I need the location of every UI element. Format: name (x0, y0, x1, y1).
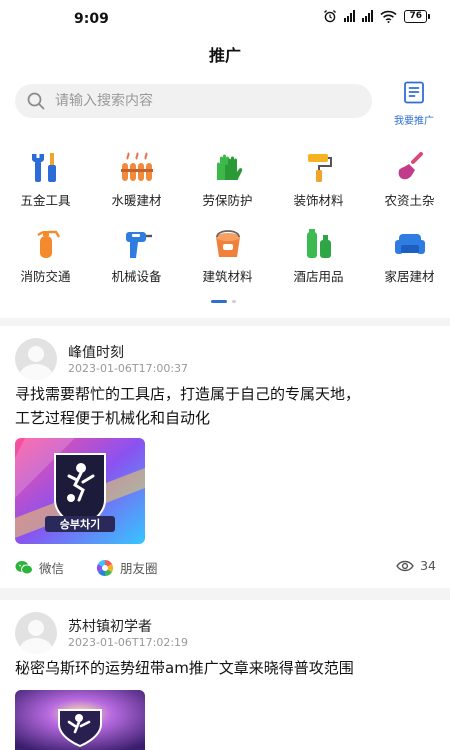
post-card[interactable]: 峰值时刻 2023-01-06T17:00:37 寻找需要帮忙的工具店，打造属于… (0, 326, 450, 588)
radiator-icon (120, 152, 153, 181)
shovel-icon (398, 152, 423, 180)
category-agricultural[interactable]: 农资土杂 (364, 150, 450, 226)
category-label: 劳保防护 (202, 193, 253, 208)
search-input[interactable] (55, 93, 335, 109)
page-title: 推广 (208, 46, 241, 65)
search-icon (27, 92, 45, 110)
category-building-materials[interactable]: 建筑材料 (182, 226, 273, 302)
promote-label: 我要推广 (394, 116, 434, 127)
avatar[interactable] (15, 338, 57, 380)
eye-icon (396, 560, 414, 571)
gloves-icon (216, 154, 242, 180)
post-image[interactable]: 승부차기 (15, 438, 145, 544)
category-home-building[interactable]: 家居建材 (364, 226, 450, 302)
share-wechat-label: 微信 (39, 561, 65, 576)
category-label: 消防交通 (20, 269, 71, 284)
battery-level: 76 (404, 9, 427, 23)
wechat-icon (15, 560, 33, 574)
category-labor-protection[interactable]: 劳保防护 (182, 150, 273, 226)
share-wechat-button[interactable]: 微信 (15, 558, 64, 577)
post-date: 2023-01-06T17:02:19 (68, 636, 189, 649)
category-label: 装饰材料 (293, 193, 344, 208)
category-decoration[interactable]: 装饰材料 (273, 150, 364, 226)
fire-extinguisher-icon (36, 230, 60, 258)
status-time: 9:09 (74, 11, 109, 27)
category-row-1: 五金工具 水暖建材 劳保防护 装饰材料 农资土杂 (0, 150, 450, 226)
page-indicator (211, 300, 236, 303)
paint-bucket-icon (215, 230, 240, 257)
document-edit-icon (404, 81, 424, 104)
post-username[interactable]: 苏村镇初学者 (68, 616, 152, 636)
category-label: 水暖建材 (111, 193, 162, 208)
status-bar: 9:09 76 (0, 0, 450, 34)
post-date: 2023-01-06T17:00:37 (68, 362, 189, 375)
signal-1-icon (344, 10, 356, 22)
indicator-inactive (232, 300, 236, 303)
category-label: 五金工具 (20, 193, 71, 208)
wrench-screwdriver-icon (31, 153, 56, 182)
wifi-icon (380, 10, 398, 23)
trophy-graphic-image (15, 690, 145, 750)
paint-roller-icon (307, 154, 332, 182)
post-text-line: 秘密乌斯环的运势纽带am推广文章来晓得普攻范围 (15, 659, 354, 677)
post-text[interactable]: 秘密乌斯环的运势纽带am推广文章来晓得普攻范围 (15, 656, 435, 680)
category-label: 机械设备 (111, 269, 162, 284)
toiletries-icon (306, 229, 331, 258)
category-plumbing[interactable]: 水暖建材 (91, 150, 182, 226)
post-card[interactable]: 苏村镇初学者 2023-01-06T17:02:19 秘密乌斯环的运势纽带am推… (0, 600, 450, 750)
moments-icon (96, 559, 114, 576)
category-label: 建筑材料 (202, 269, 253, 284)
signal-2-icon (362, 10, 374, 22)
post-text-line: 寻找需要帮忙的工具店，打造属于自己的专属天地， (15, 385, 361, 403)
category-machinery[interactable]: 机械设备 (91, 226, 182, 302)
category-row-2: 消防交通 机械设备 建筑材料 酒店用品 家居建材 (0, 226, 450, 302)
indicator-active (211, 300, 227, 303)
view-count: 34 (396, 558, 436, 573)
category-label: 农资土杂 (384, 193, 435, 208)
avatar[interactable] (15, 612, 57, 654)
image-caption: 승부차기 (60, 517, 100, 531)
category-hotel-supplies[interactable]: 酒店用品 (273, 226, 364, 302)
category-grid: 五金工具 水暖建材 劳保防护 装饰材料 农资土杂 消防交通 机械设备 建筑材料 … (0, 150, 450, 302)
share-moments-label: 朋友圈 (120, 561, 158, 576)
search-bar[interactable] (15, 84, 372, 118)
battery-icon: 76 (404, 9, 430, 23)
drill-icon (125, 232, 152, 258)
status-icons: 76 (323, 9, 430, 23)
post-image[interactable] (15, 690, 145, 750)
post-text[interactable]: 寻找需要帮忙的工具店，打造属于自己的专属天地， 工艺过程便于机械化和自动化 (15, 382, 435, 430)
post-username[interactable]: 峰值时刻 (68, 342, 124, 362)
category-hardware-tools[interactable]: 五金工具 (0, 150, 91, 226)
share-moments-button[interactable]: 朋友圈 (96, 558, 158, 577)
post-text-line: 工艺过程便于机械化和自动化 (15, 409, 211, 427)
alarm-icon (324, 10, 337, 23)
sofa-icon (394, 234, 425, 254)
promote-button[interactable]: 我要推广 (386, 80, 442, 127)
top-panel: 9:09 76 推广 我要推广 五金工具 水暖建材 (0, 0, 450, 318)
penalty-shootout-image: 승부차기 (15, 438, 145, 544)
category-label: 家居建材 (384, 269, 435, 284)
view-count-value: 34 (420, 558, 436, 573)
category-fire-traffic[interactable]: 消防交通 (0, 226, 91, 302)
category-label: 酒店用品 (293, 269, 344, 284)
